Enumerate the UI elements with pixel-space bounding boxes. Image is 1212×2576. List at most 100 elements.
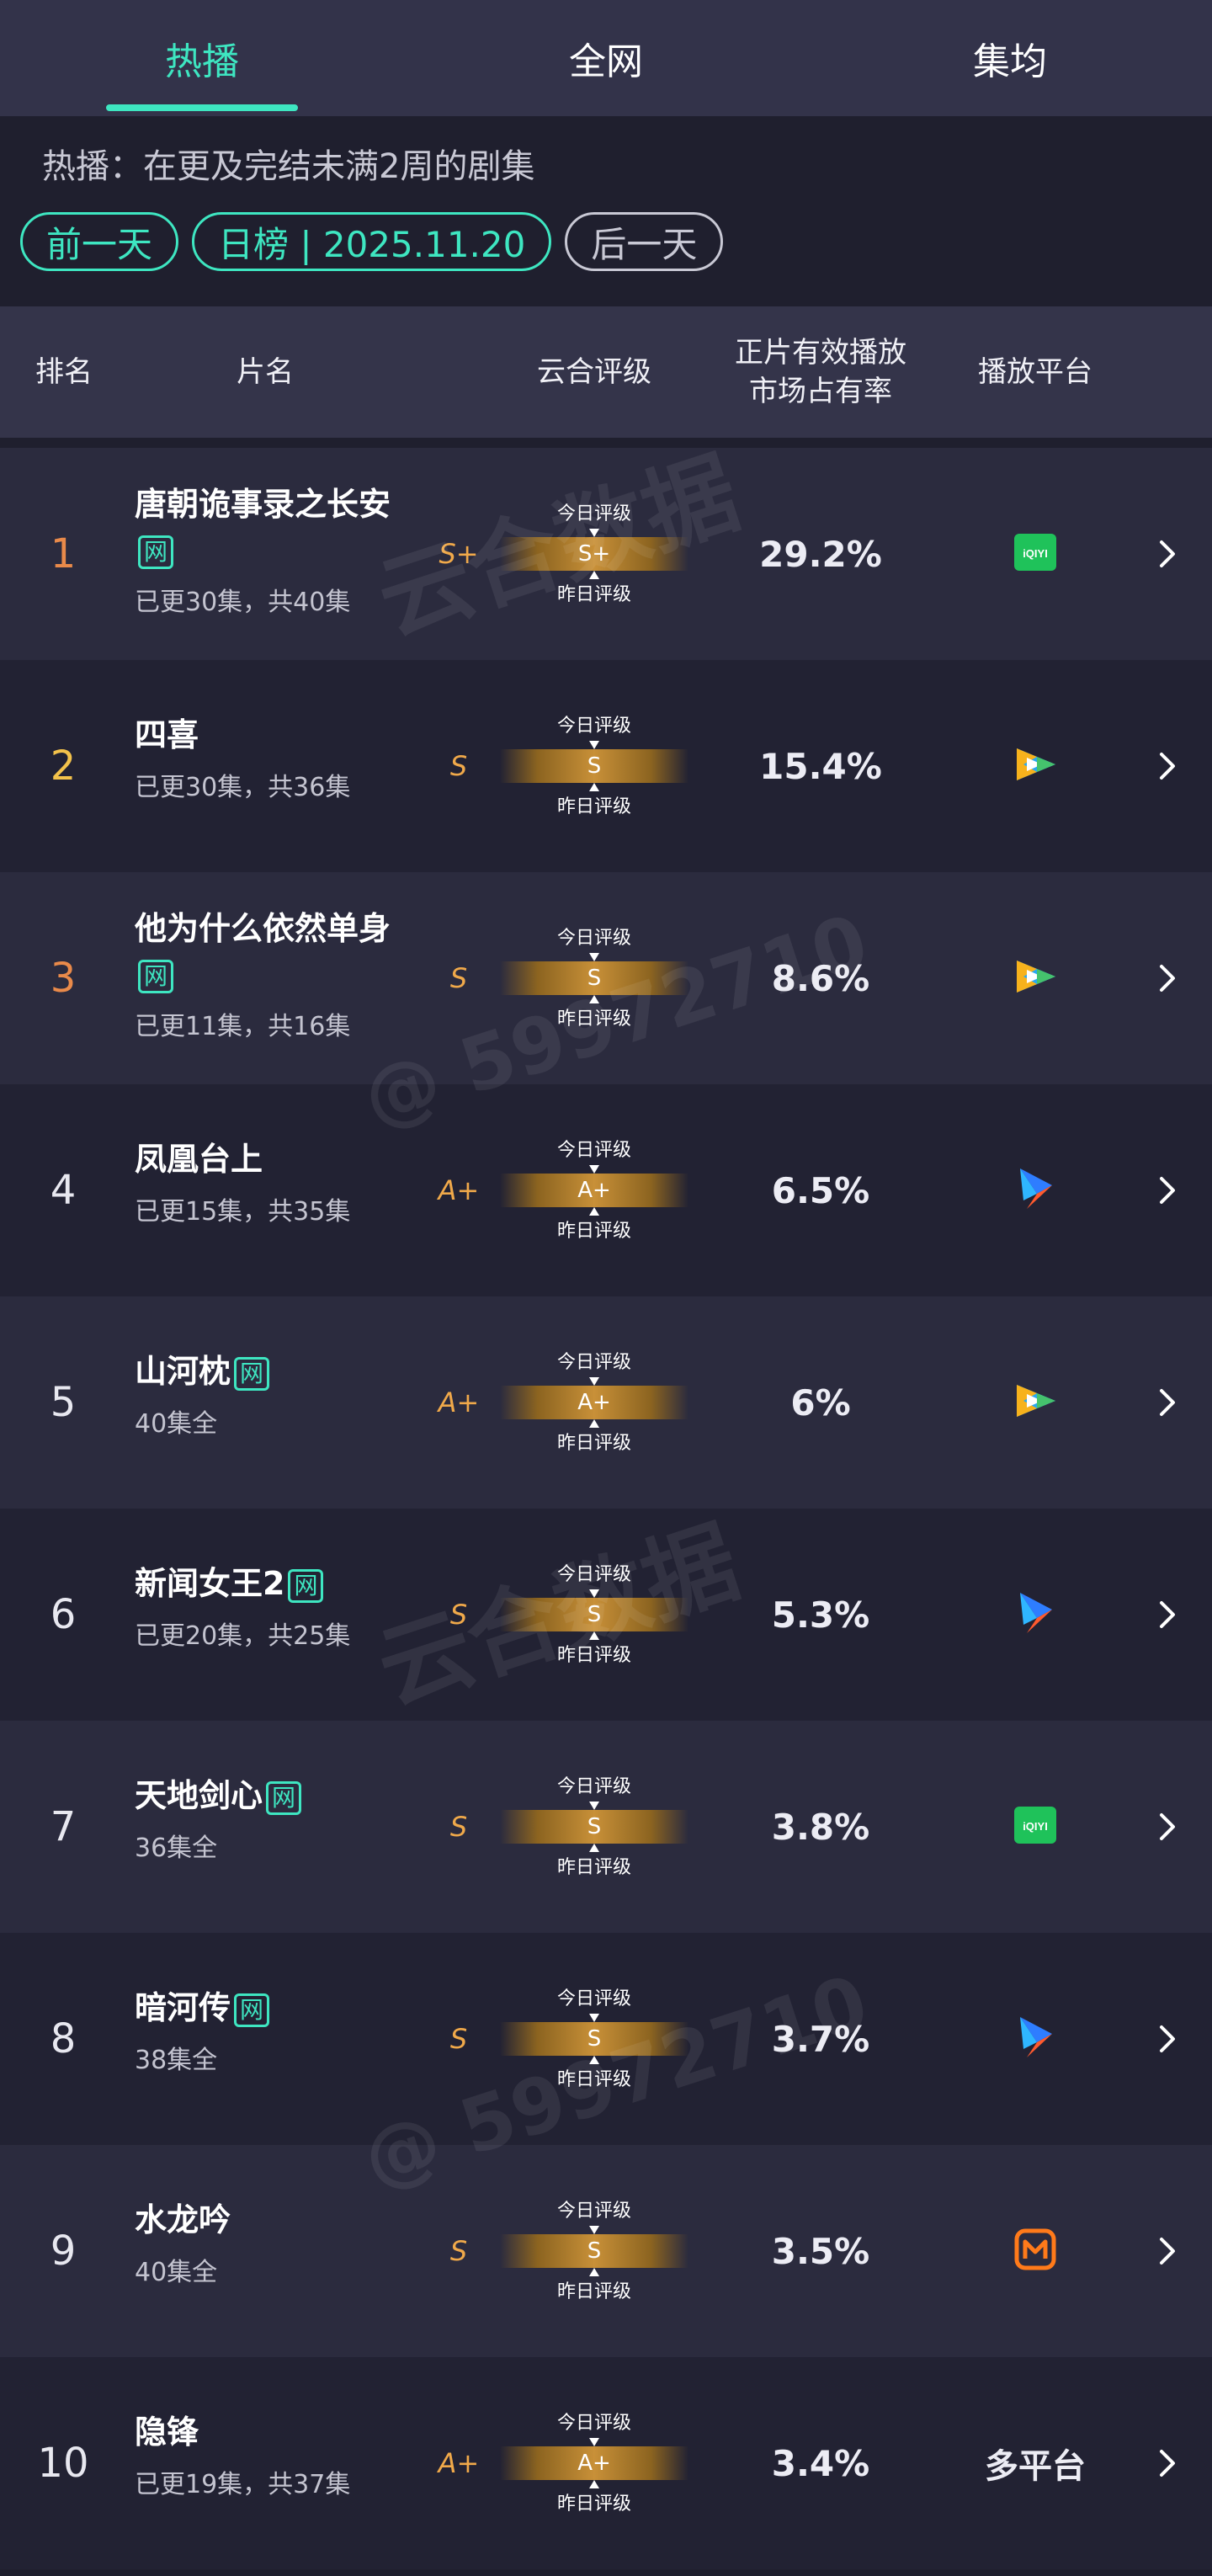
- drama-title: 隐锋: [135, 2409, 412, 2455]
- youku-icon: [1015, 1591, 1055, 1638]
- table-row[interactable]: 1 唐朝诡事录之长安网 已更30集，共40集 S+ 今日评级 S+ 昨日评级 29.2% iQI…: [0, 448, 1212, 660]
- market-share: 15.4%: [759, 745, 882, 787]
- web-drama-badge: 网: [266, 1780, 302, 1815]
- market-share: 3.8%: [771, 1806, 870, 1848]
- episode-status: 40集全: [135, 2258, 218, 2287]
- yesterday-grade-label: 昨日评级: [556, 1009, 631, 1030]
- table-row[interactable]: 2 四喜 已更30集，共36集 S 今日评级 S 昨日评级 15.4%: [0, 660, 1212, 872]
- chevron-right-icon[interactable]: [1146, 1084, 1188, 1296]
- platform-cell: [960, 1296, 1111, 1509]
- tab-episode-average[interactable]: 集均: [808, 0, 1212, 116]
- episode-status: 已更30集，共40集: [135, 588, 351, 617]
- table-row[interactable]: 4 凤凰台上 已更15集，共35集 A+ 今日评级 A+ 昨日评级 6.5%: [0, 1084, 1212, 1296]
- chevron-right-icon[interactable]: [1146, 872, 1188, 1084]
- today-grade: S: [587, 2238, 602, 2264]
- chevron-right-icon[interactable]: [1146, 1509, 1188, 1721]
- table-row[interactable]: 10 隐锋 已更19集，共37集 A+ 今日评级 A+ 昨日评级 3.4% 多平台: [0, 2357, 1212, 2569]
- rank-number: 4: [50, 1167, 77, 1214]
- drama-title: 山河枕网: [135, 1349, 412, 1394]
- today-grade-label: 今日评级: [556, 716, 631, 737]
- drama-title: 新闻女王2 网: [135, 1561, 412, 1606]
- rank-number: 10: [37, 2440, 89, 2487]
- table-header: 排名 片名 云合评级 正片有效播放 市场占有率 播放平台: [0, 306, 1212, 438]
- grade-bar: A+: [500, 1174, 688, 1207]
- drama-title-text: 山河枕: [135, 1353, 231, 1390]
- episode-status: 36集全: [135, 1834, 218, 1863]
- tab-hot[interactable]: 热播: [0, 0, 404, 116]
- tab-all-network[interactable]: 全网: [404, 0, 808, 116]
- drama-info: 天地剑心网 36集全: [135, 1773, 412, 1864]
- table-row[interactable]: 3 他为什么依然单身网 已更11集，共16集 S 今日评级 S 昨日评级 8.6%: [0, 872, 1212, 1084]
- grade-bar: A+: [500, 1386, 688, 1419]
- chevron-right-icon[interactable]: [1146, 1721, 1188, 1933]
- drama-info: 新闻女王2 网已更20集，共25集: [135, 1561, 412, 1652]
- today-grade: A+: [577, 1178, 611, 1203]
- market-share: 3.4%: [771, 2442, 870, 2484]
- drama-title: 天地剑心网: [135, 1773, 412, 1818]
- grade-gauge: 今日评级 A+ 昨日评级: [500, 2408, 688, 2519]
- table-row[interactable]: 5 山河枕网 40集全 A+ 今日评级 A+ 昨日评级 6%: [0, 1296, 1212, 1509]
- market-share: 5.3%: [771, 1594, 870, 1636]
- rank-number: 1: [50, 530, 77, 577]
- today-marker-icon: [589, 2226, 599, 2234]
- grade-gauge: 今日评级 S 昨日评级: [500, 1983, 688, 2094]
- drama-title-text: 天地剑心: [135, 1777, 263, 1814]
- header-title: 片名: [237, 355, 294, 389]
- chevron-right-icon[interactable]: [1146, 2145, 1188, 2357]
- drama-info: 四喜 已更30集，共36集: [135, 712, 412, 803]
- header-platform: 播放平台: [978, 355, 1092, 389]
- ranking-list: 1 唐朝诡事录之长安网 已更30集，共40集 S+ 今日评级 S+ 昨日评级 29.2% iQI…: [0, 448, 1212, 2569]
- rank-number: 2: [50, 742, 77, 790]
- svg-text:iQIYI: iQIYI: [1023, 1820, 1048, 1833]
- today-grade-label: 今日评级: [556, 1988, 631, 2009]
- current-date-button[interactable]: 日榜 | 2025.11.20: [192, 212, 552, 271]
- grade-gauge: 今日评级 S 昨日评级: [500, 923, 688, 1034]
- multi-platform-label: 多平台: [985, 2447, 1086, 2486]
- grade-bar: S: [500, 1598, 688, 1631]
- header-grade: 云合评级: [537, 355, 651, 389]
- today-grade: A+: [577, 1390, 611, 1415]
- drama-title: 唐朝诡事录之长安网: [135, 482, 412, 572]
- chevron-right-icon[interactable]: [1146, 660, 1188, 872]
- mango-tv-icon: [1014, 2228, 1056, 2274]
- chevron-right-icon[interactable]: [1146, 1933, 1188, 2145]
- drama-title-text: 唐朝诡事录之长安: [135, 486, 391, 523]
- market-share: 3.5%: [771, 2230, 870, 2272]
- drama-title-text: 水龙吟: [135, 2201, 231, 2238]
- drama-info: 山河枕网 40集全: [135, 1349, 412, 1440]
- drama-title-text: 隐锋: [135, 2414, 199, 2451]
- previous-day-button[interactable]: 前一天: [20, 212, 179, 271]
- web-drama-badge: 网: [138, 535, 174, 569]
- youku-icon: [1015, 1167, 1055, 1214]
- date-navigation: 前一天 日榜 | 2025.11.20 后一天: [20, 212, 724, 271]
- yesterday-grade-label: 昨日评级: [556, 2494, 631, 2515]
- table-row[interactable]: 9 水龙吟 40集全 S 今日评级 S 昨日评级 3.5%: [0, 2145, 1212, 2357]
- header-rank: 排名: [35, 355, 93, 389]
- yesterday-marker-icon: [589, 2480, 599, 2488]
- table-row[interactable]: 7 天地剑心网 36集全 S 今日评级 S 昨日评级 3.8% iQIYI: [0, 1721, 1212, 1933]
- chevron-right-icon[interactable]: [1146, 2357, 1188, 2569]
- platform-cell: iQIYI: [960, 1721, 1111, 1933]
- table-row[interactable]: 8 暗河传网 38集全 S 今日评级 S 昨日评级 3.7%: [0, 1933, 1212, 2145]
- drama-title-text: 四喜: [135, 716, 199, 753]
- chevron-right-icon[interactable]: [1146, 448, 1188, 660]
- yesterday-grade: S: [449, 1599, 468, 1631]
- today-grade-label: 今日评级: [556, 2413, 631, 2434]
- drama-title-text: 凤凰台上: [135, 1141, 263, 1178]
- next-day-button[interactable]: 后一天: [565, 212, 724, 271]
- yesterday-marker-icon: [589, 2056, 599, 2064]
- today-marker-icon: [589, 1802, 599, 1810]
- market-share: 8.6%: [771, 957, 870, 999]
- chevron-right-icon[interactable]: [1146, 1296, 1188, 1509]
- platform-cell: [960, 2145, 1111, 2357]
- today-grade: S: [587, 2026, 602, 2052]
- yesterday-marker-icon: [589, 1844, 599, 1852]
- platform-cell: iQIYI: [960, 448, 1111, 660]
- grade-gauge: 今日评级 S 昨日评级: [500, 1559, 688, 1670]
- yesterday-marker-icon: [589, 783, 599, 791]
- table-row[interactable]: 6 新闻女王2 网已更20集，共25集 S 今日评级 S 昨日评级 5.3%: [0, 1509, 1212, 1721]
- yesterday-grade-label: 昨日评级: [556, 796, 631, 817]
- episode-status: 已更20集，共25集: [135, 1621, 351, 1651]
- today-grade-label: 今日评级: [556, 1776, 631, 1797]
- today-grade: S: [587, 753, 602, 779]
